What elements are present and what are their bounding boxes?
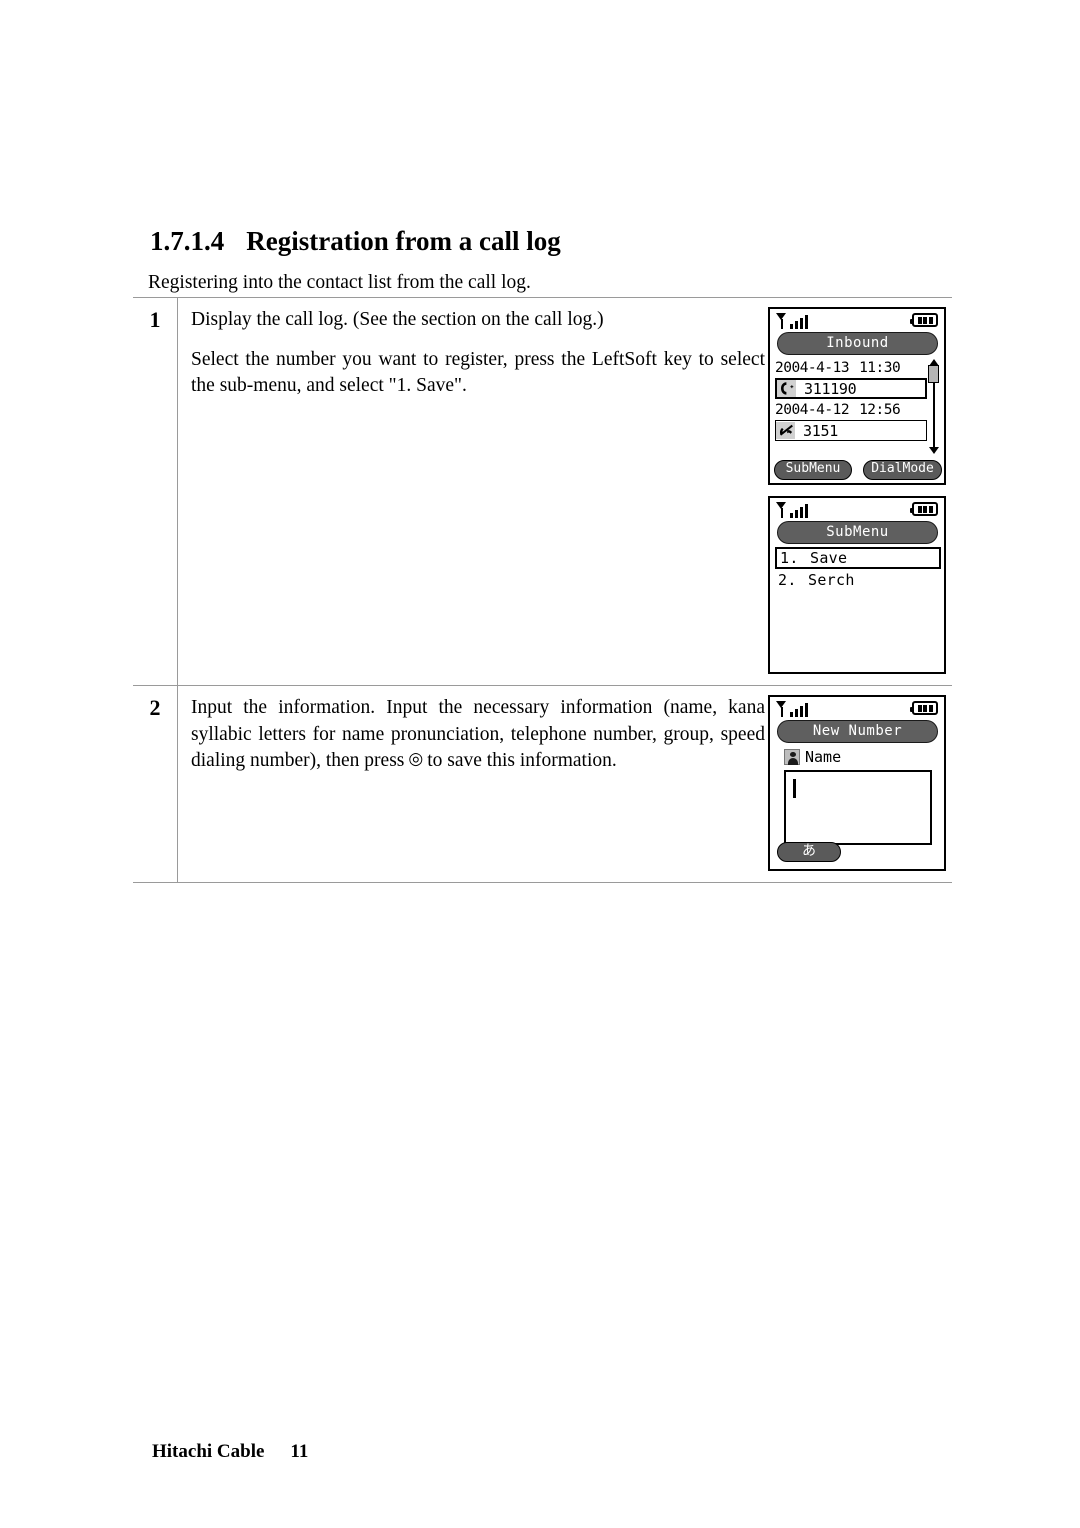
screen-title-submenu: SubMenu <box>777 521 938 544</box>
missed-call-icon <box>776 422 795 439</box>
step-body-cell: Display the call log. (See the section o… <box>178 298 952 685</box>
menu-item-index: 2. <box>778 571 797 589</box>
step-1-text: Display the call log. (See the section o… <box>191 307 765 685</box>
battery-icon <box>910 502 938 516</box>
signal-strength-icon <box>776 501 808 518</box>
step-2-text: Input the information. Input the necessa… <box>191 695 765 882</box>
menu-item-save[interactable]: 1. Save <box>775 547 941 569</box>
call-log-time: 12:56 <box>859 402 901 418</box>
phone-screen-submenu: SubMenu 1. Save 2. Serch <box>768 496 946 674</box>
call-log-date: 2004-4-12 <box>775 402 850 418</box>
softkey-ime-mode[interactable]: あ <box>777 842 841 862</box>
screen-title-inbound: Inbound <box>777 332 938 355</box>
call-log-timestamp: 2004-4-13 11:30 <box>775 359 927 377</box>
page-footer: Hitachi Cable 11 <box>152 1441 308 1463</box>
list-item[interactable]: 3151 <box>775 420 927 441</box>
scrollbar-thumb[interactable] <box>928 365 939 383</box>
lead-paragraph: Registering into the contact list from t… <box>148 272 531 293</box>
step-1-screens: Inbound 2004-4-13 11:30 311190 2004-4-12… <box>765 307 952 685</box>
table-row: 1 Display the call log. (See the section… <box>133 298 952 685</box>
incoming-call-icon <box>777 380 796 397</box>
call-log-number: 3151 <box>803 421 838 440</box>
text-caret <box>793 779 796 798</box>
step-number-cell: 2 <box>133 686 178 882</box>
soft-key-bar: SubMenu DialMode <box>774 459 942 480</box>
antenna-icon <box>776 502 787 518</box>
step-number-cell: 1 <box>133 298 178 685</box>
step-number: 1 <box>149 307 161 332</box>
person-icon <box>784 749 800 765</box>
battery-icon <box>910 313 938 327</box>
softkey-dialmode[interactable]: DialMode <box>863 460 942 480</box>
name-input[interactable] <box>784 770 932 845</box>
name-field-label: Name <box>784 748 841 766</box>
heading-title: Registration from a call log <box>246 226 561 256</box>
softkey-submenu[interactable]: SubMenu <box>774 460 852 480</box>
screen-title-new-number: New Number <box>777 720 938 743</box>
heading-number: 1.7.1.4 <box>150 226 225 256</box>
soft-key-bar: あ <box>774 842 942 866</box>
footer-company: Hitachi Cable <box>152 1441 265 1462</box>
list-item[interactable]: 311190 <box>775 378 927 399</box>
phone-screen-new-number: New Number Name あ <box>768 695 946 871</box>
step-body-cell: Input the information. Input the necessa… <box>178 686 952 882</box>
battery-icon <box>910 701 938 715</box>
menu-item-label: Save <box>810 549 848 567</box>
menu-item-serch[interactable]: 2. Serch <box>775 569 941 591</box>
menu-item-label: Serch <box>808 571 855 589</box>
signal-strength-icon <box>776 312 808 329</box>
status-bar <box>770 498 944 521</box>
menu-item-index: 1. <box>780 549 799 567</box>
status-bar <box>770 309 944 332</box>
call-log-timestamp: 2004-4-12 12:56 <box>775 401 927 419</box>
submenu-list: 1. Save 2. Serch <box>775 547 941 591</box>
status-bar <box>770 697 944 720</box>
call-log-date: 2004-4-13 <box>775 360 850 376</box>
step-number: 2 <box>149 695 161 720</box>
call-log-number: 311190 <box>804 379 857 398</box>
antenna-icon <box>776 313 787 329</box>
footer-page-number: 11 <box>290 1441 309 1462</box>
call-log-list: 2004-4-13 11:30 311190 2004-4-12 12:56 3… <box>775 359 927 443</box>
step-2-screens: New Number Name あ <box>765 695 952 882</box>
phone-screen-call-log: Inbound 2004-4-13 11:30 311190 2004-4-12… <box>768 307 946 485</box>
steps-table: 1 Display the call log. (See the section… <box>133 297 952 883</box>
lcd-scrollbar[interactable] <box>928 359 940 454</box>
step-1-paragraph-1: Display the call log. (See the section o… <box>191 309 604 330</box>
step-2-text-after: to save this information. <box>427 750 617 772</box>
scroll-down-arrow-icon[interactable] <box>929 447 939 454</box>
page-heading: 1.7.1.4 Registration from a call log <box>150 226 561 257</box>
name-label-text: Name <box>805 748 842 766</box>
antenna-icon <box>776 701 787 717</box>
enter-button-icon: ◎ <box>408 749 424 769</box>
call-log-time: 11:30 <box>859 360 901 376</box>
table-row: 2 Input the information. Input the neces… <box>133 685 952 882</box>
signal-strength-icon <box>776 700 808 717</box>
step-1-paragraph-2: Select the number you want to register, … <box>191 348 765 397</box>
